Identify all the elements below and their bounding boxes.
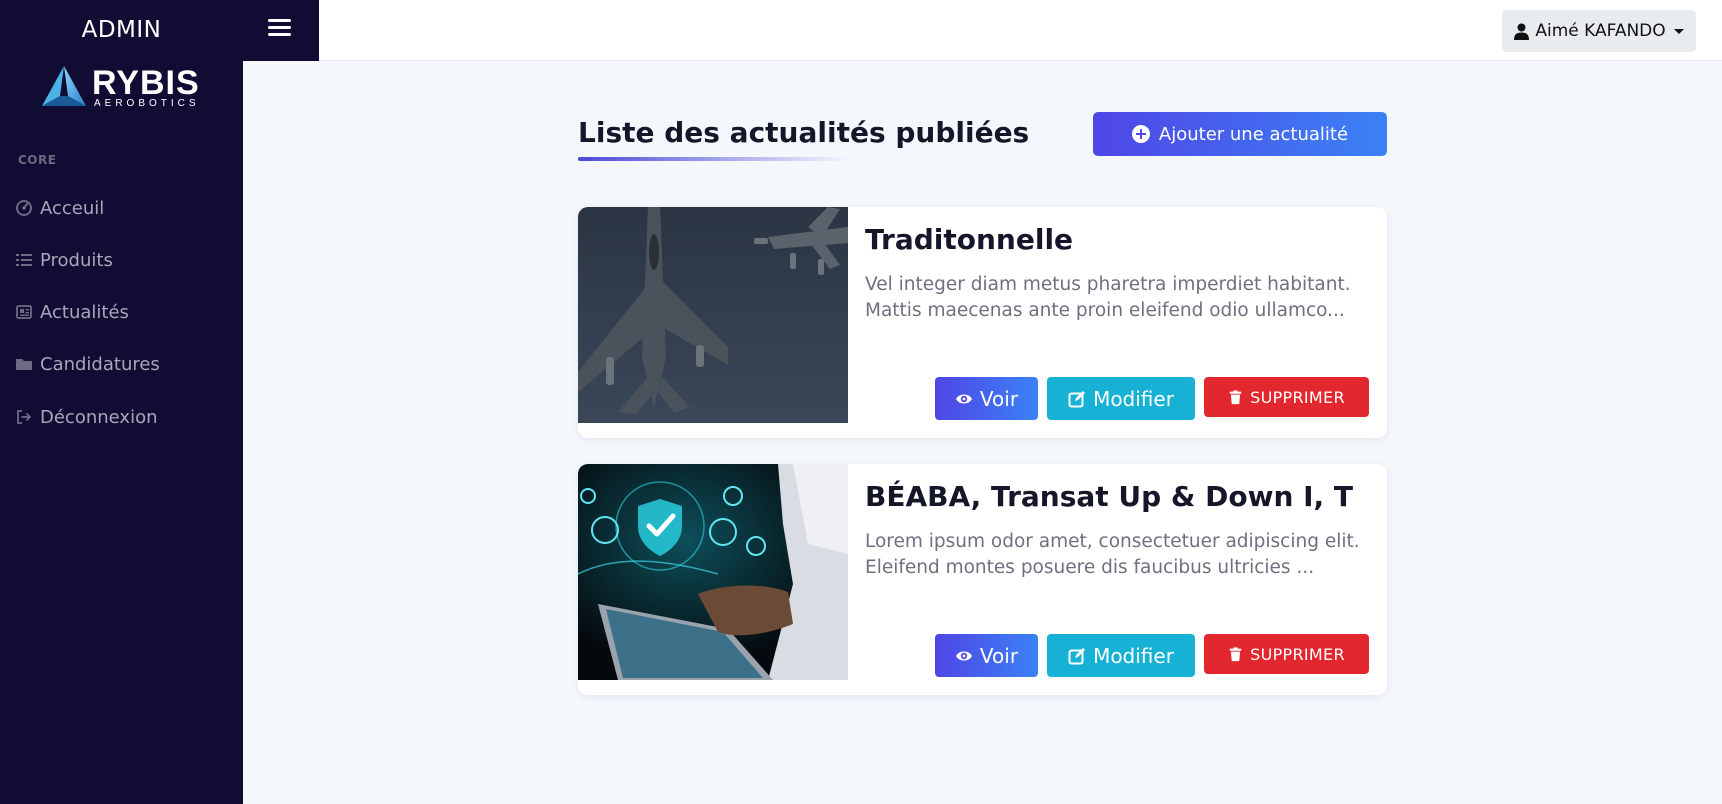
view-button[interactable]: Voir [935, 377, 1038, 420]
delete-button-label: SUPPRIMER [1250, 387, 1345, 407]
top-navbar: ADMIN Aimé KAFANDO [0, 0, 1722, 61]
brand-logo: RYBIS AEROBOTICS [40, 64, 210, 110]
news-card: Traditonnelle Vel integer diam metus pha… [578, 207, 1387, 438]
news-excerpt: Vel integer diam metus pharetra imperdie… [865, 274, 1351, 321]
sidebar-item-actualites[interactable]: Actualités [16, 298, 129, 326]
edit-button[interactable]: Modifier [1047, 634, 1195, 677]
sidebar-item-produits[interactable]: Produits [16, 246, 113, 274]
view-button-label: Voir [979, 386, 1019, 411]
dashboard-gauge-icon [16, 200, 32, 216]
news-title[interactable]: Traditonnelle [865, 223, 1073, 256]
delete-button[interactable]: SUPPRIMER [1204, 377, 1369, 417]
navbar-brand-block: ADMIN [0, 0, 319, 61]
plus-circle-icon [1131, 125, 1150, 143]
title-underline [578, 157, 848, 161]
eye-icon [955, 651, 972, 660]
page-title: Liste des actualités publiées [578, 116, 1030, 149]
trash-icon [1229, 646, 1242, 661]
user-name: Aimé KAFANDO [1535, 21, 1666, 41]
sidebar-item-label: Actualités [40, 301, 129, 323]
edit-button-label: Modifier [1093, 643, 1174, 668]
list-icon [16, 254, 32, 266]
sidebar-item-label: Déconnexion [40, 406, 158, 428]
hamburger-icon-bar [268, 26, 291, 29]
sidebar-section-label: CORE [18, 153, 57, 167]
news-card: BÉABA, Transat Up & Down I, T Lorem ipsu… [578, 464, 1387, 695]
add-news-button[interactable]: Ajouter une actualité [1093, 112, 1387, 156]
trash-icon [1229, 389, 1242, 404]
sidebar-item-candidatures[interactable]: Candidatures [16, 350, 160, 378]
hamburger-icon-bar [268, 33, 291, 36]
view-button-label: Voir [979, 643, 1019, 668]
sidebar-item-label: Candidatures [40, 353, 160, 375]
delete-button-label: SUPPRIMER [1250, 644, 1345, 664]
edit-icon [1068, 647, 1086, 664]
hamburger-icon-bar [268, 19, 291, 22]
news-image-cybersecurity [578, 464, 848, 680]
eye-icon [955, 394, 972, 403]
logo-mark-icon [42, 66, 86, 106]
navbar-brand[interactable]: ADMIN [60, 17, 183, 43]
sidebar-item-deconnexion[interactable]: Déconnexion [16, 403, 158, 431]
news-image-fighter-jets [578, 207, 848, 423]
sidebar: RYBIS AEROBOTICS CORE Acceuil Produits A… [0, 61, 243, 804]
logo-subtitle: AEROBOTICS [94, 98, 200, 109]
edit-icon [1068, 390, 1086, 407]
sidebar-item-acceuil[interactable]: Acceuil [16, 194, 104, 222]
newspaper-icon [16, 305, 32, 319]
view-button[interactable]: Voir [935, 634, 1038, 677]
news-title[interactable]: BÉABA, Transat Up & Down I, T [865, 480, 1353, 513]
add-news-button-label: Ajouter une actualité [1158, 123, 1349, 145]
sidebar-item-label: Produits [40, 249, 113, 271]
chevron-down-icon [1673, 28, 1684, 34]
delete-button[interactable]: SUPPRIMER [1204, 634, 1369, 674]
news-excerpt: Lorem ipsum odor amet, consectetuer adip… [865, 531, 1360, 578]
edit-button[interactable]: Modifier [1047, 377, 1195, 420]
folder-icon [16, 359, 32, 370]
sign-out-icon [17, 410, 31, 424]
sidebar-item-label: Acceuil [40, 197, 105, 219]
user-icon [1514, 23, 1530, 40]
user-menu-dropdown[interactable]: Aimé KAFANDO [1502, 10, 1696, 52]
sidebar-toggle-button[interactable] [268, 16, 294, 40]
edit-button-label: Modifier [1093, 386, 1174, 411]
